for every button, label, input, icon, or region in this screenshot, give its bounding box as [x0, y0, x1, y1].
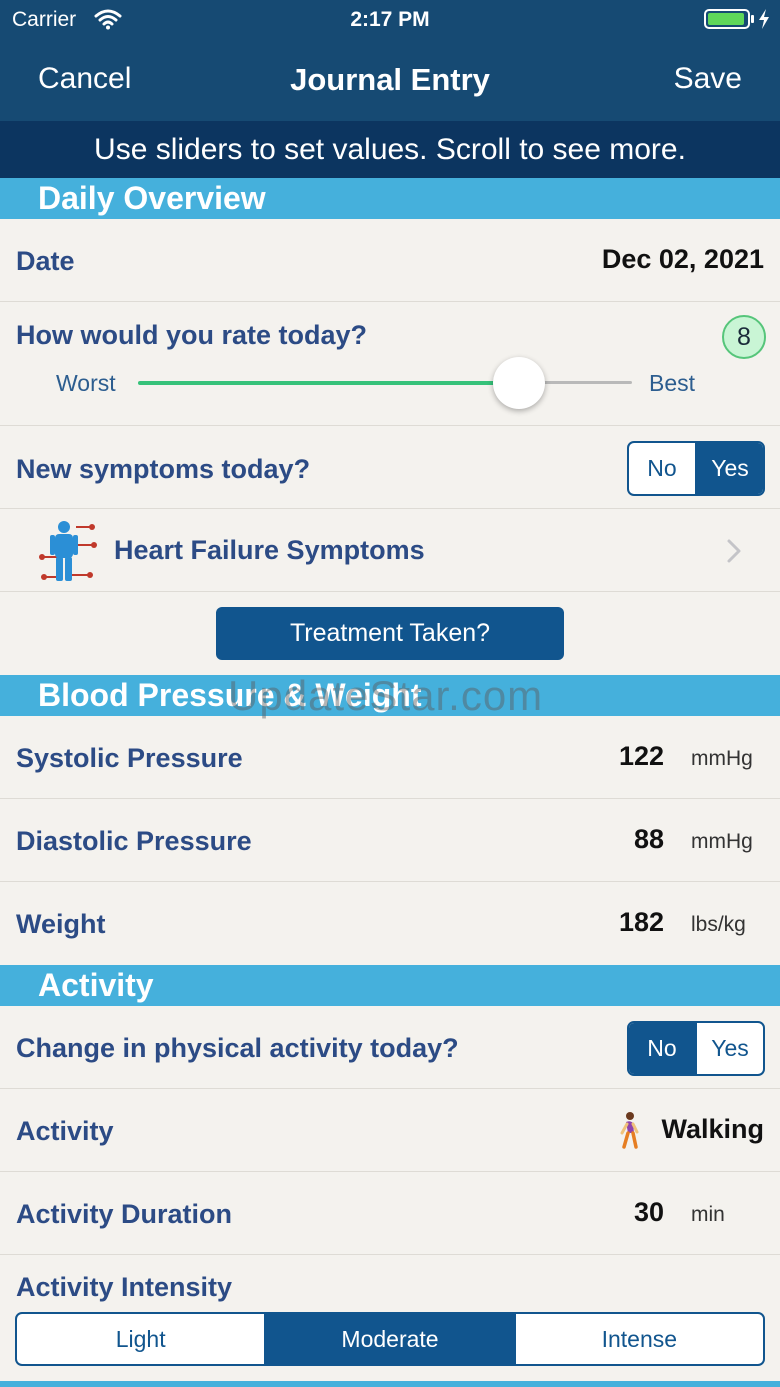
- rating-slider-thumb[interactable]: [493, 357, 545, 409]
- activity-change-no-option[interactable]: No: [629, 1023, 695, 1074]
- walking-person-icon: [620, 1112, 639, 1149]
- activity-change-question: Change in physical activity today?: [16, 1033, 459, 1063]
- body-symptoms-icon: [39, 521, 97, 581]
- heart-failure-symptoms-label: Heart Failure Symptoms: [114, 535, 425, 565]
- navigation-bar: Cancel Journal Entry Save: [0, 42, 780, 121]
- chevron-right-icon: [727, 539, 741, 563]
- activity-value: Walking: [661, 1114, 764, 1144]
- section-header-activity: Activity: [0, 965, 780, 1006]
- symptoms-yes-option[interactable]: Yes: [695, 443, 763, 494]
- slider-max-label: Best: [649, 370, 696, 396]
- section-header-daily-overview: Daily Overview: [0, 178, 780, 219]
- rating-question: How would you rate today?: [16, 320, 368, 350]
- diastolic-label: Diastolic Pressure: [16, 826, 252, 856]
- rating-row: How would you rate today?: [0, 302, 780, 426]
- activity-label: Activity: [16, 1116, 114, 1146]
- slider-min-label: Worst: [56, 370, 116, 396]
- systolic-label: Systolic Pressure: [16, 743, 243, 773]
- weight-value: 182: [618, 907, 664, 937]
- activity-duration-value: 30: [633, 1197, 664, 1227]
- activity-duration-unit: min: [691, 1203, 725, 1226]
- battery-icon: [704, 9, 750, 29]
- treatment-taken-button[interactable]: Treatment Taken?: [216, 607, 564, 660]
- save-button[interactable]: Save: [674, 62, 742, 96]
- status-bar: Carrier 2:17 PM: [0, 0, 780, 42]
- intensity-moderate-option[interactable]: Moderate: [264, 1314, 514, 1364]
- diastolic-unit: mmHg: [691, 830, 753, 853]
- clock: 2:17 PM: [350, 8, 430, 31]
- systolic-unit: mmHg: [691, 747, 753, 770]
- rating-slider-fill[interactable]: [138, 381, 518, 385]
- activity-duration-row[interactable]: Activity Duration 30 min: [0, 1172, 780, 1255]
- activity-duration-label: Activity Duration: [16, 1199, 233, 1229]
- symptoms-toggle[interactable]: No Yes: [627, 441, 765, 496]
- activity-change-yes-option[interactable]: Yes: [695, 1023, 763, 1074]
- weight-unit: lbs/kg: [691, 913, 746, 936]
- instruction-banner: Use sliders to set values. Scroll to see…: [0, 121, 780, 178]
- rating-value-badge: 8: [722, 315, 766, 359]
- intensity-light-option[interactable]: Light: [17, 1314, 264, 1364]
- section-header-blood-pressure: Blood Pressure & Weight: [0, 675, 780, 716]
- symptoms-question: New symptoms today?: [16, 454, 311, 484]
- date-value: Dec 02, 2021: [601, 244, 764, 274]
- symptoms-no-option[interactable]: No: [629, 443, 695, 494]
- diastolic-value: 88: [633, 824, 664, 854]
- charging-bolt-icon: [759, 9, 769, 29]
- weight-label: Weight: [16, 909, 106, 939]
- activity-change-toggle[interactable]: No Yes: [627, 1021, 765, 1076]
- date-label: Date: [16, 246, 75, 276]
- battery-tip: [751, 15, 754, 23]
- cancel-button[interactable]: Cancel: [38, 62, 131, 96]
- heart-failure-symptoms-row[interactable]: Heart Failure Symptoms: [0, 509, 780, 592]
- activity-intensity-selector[interactable]: Light Moderate Intense: [15, 1312, 765, 1366]
- activity-intensity-label: Activity Intensity: [16, 1272, 233, 1302]
- next-section-header-partial: [0, 1381, 780, 1387]
- date-row[interactable]: Date Dec 02, 2021: [0, 219, 780, 302]
- intensity-intense-option[interactable]: Intense: [513, 1314, 763, 1364]
- systolic-row[interactable]: Systolic Pressure 122 mmHg: [0, 716, 780, 799]
- systolic-value: 122: [618, 741, 664, 771]
- diastolic-row[interactable]: Diastolic Pressure 88 mmHg: [0, 799, 780, 882]
- weight-row[interactable]: Weight 182 lbs/kg: [0, 882, 780, 965]
- activity-row[interactable]: Activity Walking: [0, 1089, 780, 1172]
